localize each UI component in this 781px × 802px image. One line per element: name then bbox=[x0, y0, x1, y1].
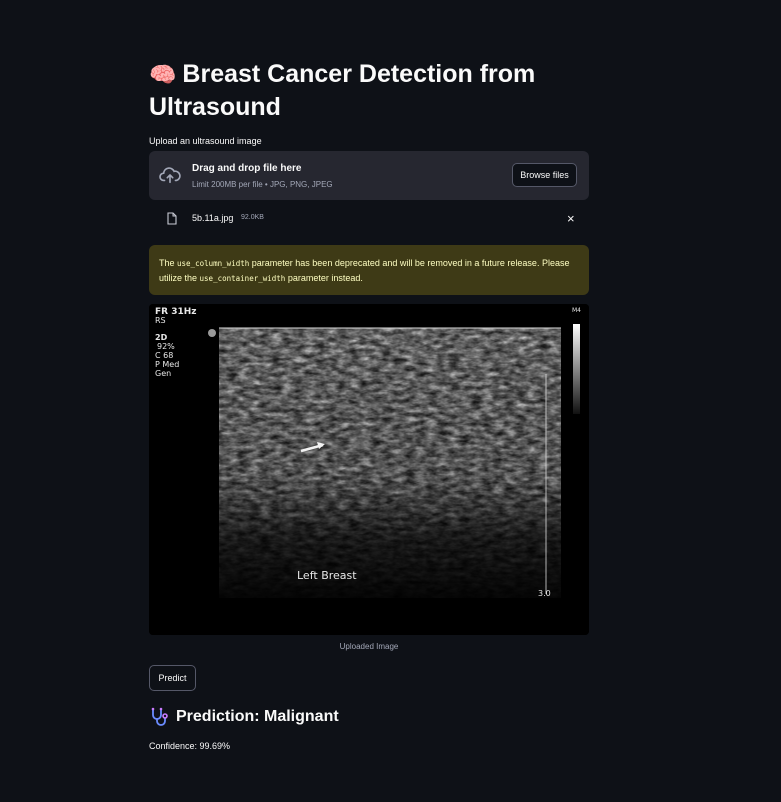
us-c: C 68 bbox=[155, 351, 173, 360]
us-gen: Gen bbox=[155, 369, 171, 378]
prediction-text: Prediction: Malignant bbox=[176, 708, 339, 725]
file-name: 5b.11a.jpg bbox=[192, 213, 234, 223]
cloud-upload-icon bbox=[159, 167, 181, 184]
warning-code-2: use_container_width bbox=[199, 274, 286, 283]
dropzone-title: Drag and drop file here bbox=[192, 163, 302, 174]
us-corner-label: M4 bbox=[572, 307, 581, 314]
stethoscope-icon bbox=[151, 707, 168, 726]
warning-text-1: The bbox=[159, 258, 178, 268]
us-p: P Med bbox=[155, 360, 179, 369]
predict-button[interactable]: Predict bbox=[149, 665, 196, 691]
uploaded-file-row: 5b.11a.jpg 92.0KB × bbox=[149, 207, 589, 231]
warning-code-1: use_column_width bbox=[177, 259, 250, 268]
brain-emoji-icon: 🧠 bbox=[149, 62, 177, 87]
ultrasound-image: FR 31Hz RS 2D 92% C 68 P Med Gen M4 Left… bbox=[149, 304, 589, 635]
file-size: 92.0KB bbox=[241, 214, 264, 221]
file-icon bbox=[167, 212, 177, 225]
dropzone-limit: Limit 200MB per file • JPG, PNG, JPEG bbox=[192, 180, 333, 189]
page-title-text: Breast Cancer Detection from Ultrasound bbox=[149, 60, 536, 121]
warning-text-3: parameter instead. bbox=[285, 273, 363, 283]
remove-file-icon[interactable]: × bbox=[567, 211, 575, 226]
us-gain: 92% bbox=[157, 342, 175, 351]
confidence-text: Confidence: 99.69% bbox=[149, 741, 231, 751]
us-mode: 2D bbox=[155, 333, 168, 342]
file-dropzone[interactable]: Drag and drop file here Limit 200MB per … bbox=[149, 151, 589, 200]
uploader-label: Upload an ultrasound image bbox=[149, 136, 262, 146]
us-body-label: Left Breast bbox=[297, 569, 357, 582]
deprecation-warning: The use_column_width parameter has been … bbox=[149, 245, 589, 295]
prediction-heading: Prediction: Malignant bbox=[149, 707, 339, 727]
image-caption: Uploaded Image bbox=[339, 642, 399, 651]
us-sub: RS bbox=[155, 316, 166, 325]
ultrasound-scan: FR 31Hz RS 2D 92% C 68 P Med Gen M4 Left… bbox=[149, 304, 589, 635]
browse-files-button[interactable]: Browse files bbox=[512, 163, 577, 187]
page-title: 🧠 Breast Cancer Detection from Ultrasound bbox=[149, 58, 589, 124]
us-depth: 3.0 bbox=[538, 589, 551, 598]
